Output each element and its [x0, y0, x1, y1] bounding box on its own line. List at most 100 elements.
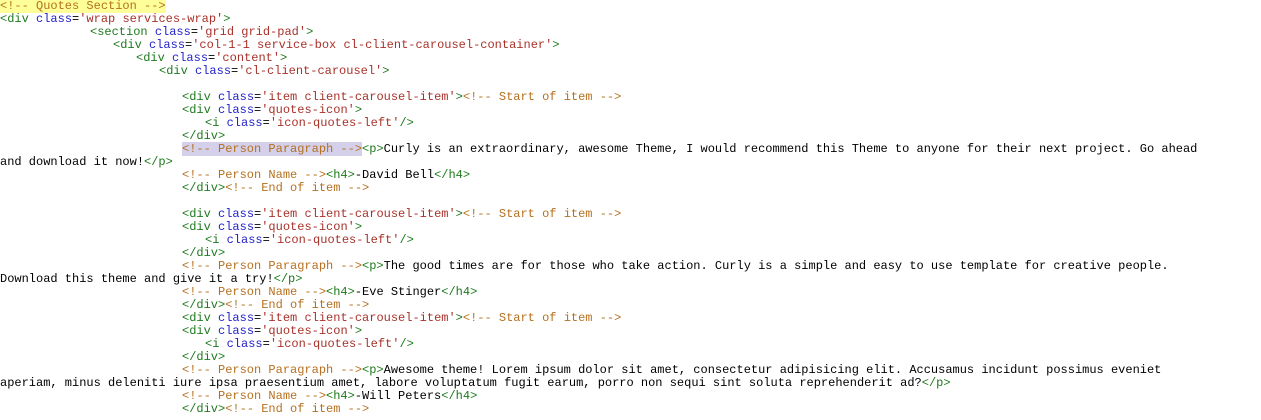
code-tag: <i: [205, 337, 227, 351]
code-attribute: class: [154, 25, 191, 39]
source-code-view[interactable]: <!-- Quotes Section --> <div class='wrap …: [0, 0, 1261, 416]
code-tag: </div>: [182, 246, 226, 260]
code-tag: <p>: [362, 142, 384, 156]
code-attribute: class: [218, 311, 255, 325]
code-line: <div class='quotes-icon'>: [0, 221, 1261, 234]
code-tag: </div>: [182, 402, 226, 416]
code-attribute: class: [226, 116, 263, 130]
code-attribute-value: 'cl-client-carousel': [238, 64, 383, 78]
code-line: <div class='quotes-icon'>: [0, 104, 1261, 117]
code-tag: >: [306, 25, 314, 39]
code-comment: <!-- Start of item -->: [462, 207, 622, 221]
code-tag: <i: [205, 116, 227, 130]
code-attribute: class: [149, 38, 186, 52]
code-tag: <p>: [362, 363, 384, 377]
code-tag: <div: [182, 311, 219, 325]
code-comment: <!-- End of item -->: [225, 298, 370, 312]
code-comment: <!-- Person Paragraph -->: [182, 142, 363, 156]
code-tag: </div>: [182, 129, 226, 143]
code-attribute-value: 'quotes-icon': [261, 220, 355, 234]
code-tag: />: [399, 233, 414, 247]
code-tag: >: [354, 220, 363, 234]
code-tag: <h4>: [326, 285, 355, 299]
code-tag: >: [354, 103, 363, 117]
code-tag: >: [354, 324, 363, 338]
code-tag: </div>: [182, 181, 226, 195]
code-attribute-value: 'wrap services-wrap': [79, 12, 224, 26]
code-attribute-value: 'quotes-icon': [261, 103, 355, 117]
code-attribute: class: [218, 103, 255, 117]
code-text: Awesome theme! Lorem ipsum dolor sit ame…: [383, 363, 1162, 377]
code-tag: </p>: [273, 272, 303, 286]
code-text: =: [262, 233, 270, 247]
code-tag: <div: [182, 103, 219, 117]
code-tag: />: [399, 116, 414, 130]
code-comment: <!-- Person Paragraph -->: [182, 363, 363, 377]
code-tag: <div: [136, 51, 173, 65]
code-tag: >: [223, 12, 231, 26]
code-text: =: [262, 337, 270, 351]
code-text: -Will Peters: [354, 389, 442, 403]
code-tag: </p>: [921, 376, 951, 390]
code-attribute: class: [226, 337, 263, 351]
code-line: </div><!-- End of item -->: [0, 403, 1261, 416]
code-attribute-value: 'grid grid-pad': [198, 25, 307, 39]
code-tag: >: [280, 51, 288, 65]
code-attribute-value: 'col-1-1 service-box cl-client-carousel-…: [192, 38, 553, 52]
code-attribute-value: 'icon-quotes-left': [269, 233, 400, 247]
code-attribute: class: [218, 220, 255, 234]
code-tag: />: [399, 337, 414, 351]
code-text: =: [190, 25, 199, 39]
code-line: </div><!-- End of item -->: [0, 182, 1261, 195]
code-attribute: class: [172, 51, 209, 65]
code-line: <div class='quotes-icon'>: [0, 325, 1261, 338]
code-text: aperiam, minus deleniti iure ipsa praese…: [0, 376, 922, 390]
code-attribute-value: 'content': [215, 51, 281, 65]
code-text: Curly is an extraordinary, awesome Theme…: [383, 142, 1198, 156]
code-tag: <h4>: [326, 168, 355, 182]
code-comment: <!-- Person Name -->: [182, 168, 327, 182]
code-attribute-value: 'item client-carousel-item': [261, 207, 456, 221]
code-attribute: class: [218, 324, 255, 338]
code-line: <div class='cl-client-carousel'>: [0, 65, 1261, 78]
code-tag: <p>: [362, 259, 384, 273]
code-comment: <!-- Start of item -->: [462, 311, 622, 325]
code-comment: <!-- Person Name -->: [182, 285, 327, 299]
code-attribute: class: [226, 233, 263, 247]
code-attribute-value: 'item client-carousel-item': [261, 90, 456, 104]
code-tag: <i: [205, 233, 227, 247]
code-comment: <!-- Start of item -->: [462, 90, 622, 104]
code-tag: >: [382, 64, 390, 78]
code-attribute-value: 'icon-quotes-left': [269, 116, 400, 130]
code-attribute: class: [218, 90, 255, 104]
code-tag: <div: [182, 90, 219, 104]
code-attribute: class: [218, 207, 255, 221]
code-tag: </div>: [182, 298, 226, 312]
code-tag: </h4>: [434, 168, 471, 182]
code-tag: <div: [0, 12, 37, 26]
code-tag: <section: [90, 25, 155, 39]
code-tag: >: [455, 90, 463, 104]
code-attribute-value: 'icon-quotes-left': [269, 337, 400, 351]
code-tag: </h4>: [441, 389, 478, 403]
code-text: and download it now!: [0, 155, 145, 169]
code-text: -David Bell: [354, 168, 435, 182]
code-attribute-value: 'item client-carousel-item': [261, 311, 456, 325]
code-tag: </p>: [144, 155, 173, 169]
code-tag: >: [455, 207, 463, 221]
code-text: -Eve Stinger: [354, 285, 442, 299]
code-tag: </div>: [182, 350, 226, 364]
code-tag: <div: [159, 64, 196, 78]
code-line: <!-- Person Paragraph --><p>Curly is an …: [0, 142, 1261, 156]
code-text: The good times are for those who take ac…: [383, 259, 1169, 273]
code-text: Download this theme and give it a try!: [0, 272, 274, 286]
code-attribute: class: [195, 64, 232, 78]
code-tag: <div: [182, 207, 219, 221]
code-tag: >: [552, 38, 560, 52]
code-tag: <div: [182, 324, 219, 338]
code-comment: <!-- End of item -->: [225, 402, 370, 416]
code-tag: <h4>: [326, 389, 355, 403]
code-tag: <div: [182, 220, 219, 234]
code-comment: <!-- End of item -->: [225, 181, 370, 195]
code-attribute: class: [36, 12, 73, 26]
